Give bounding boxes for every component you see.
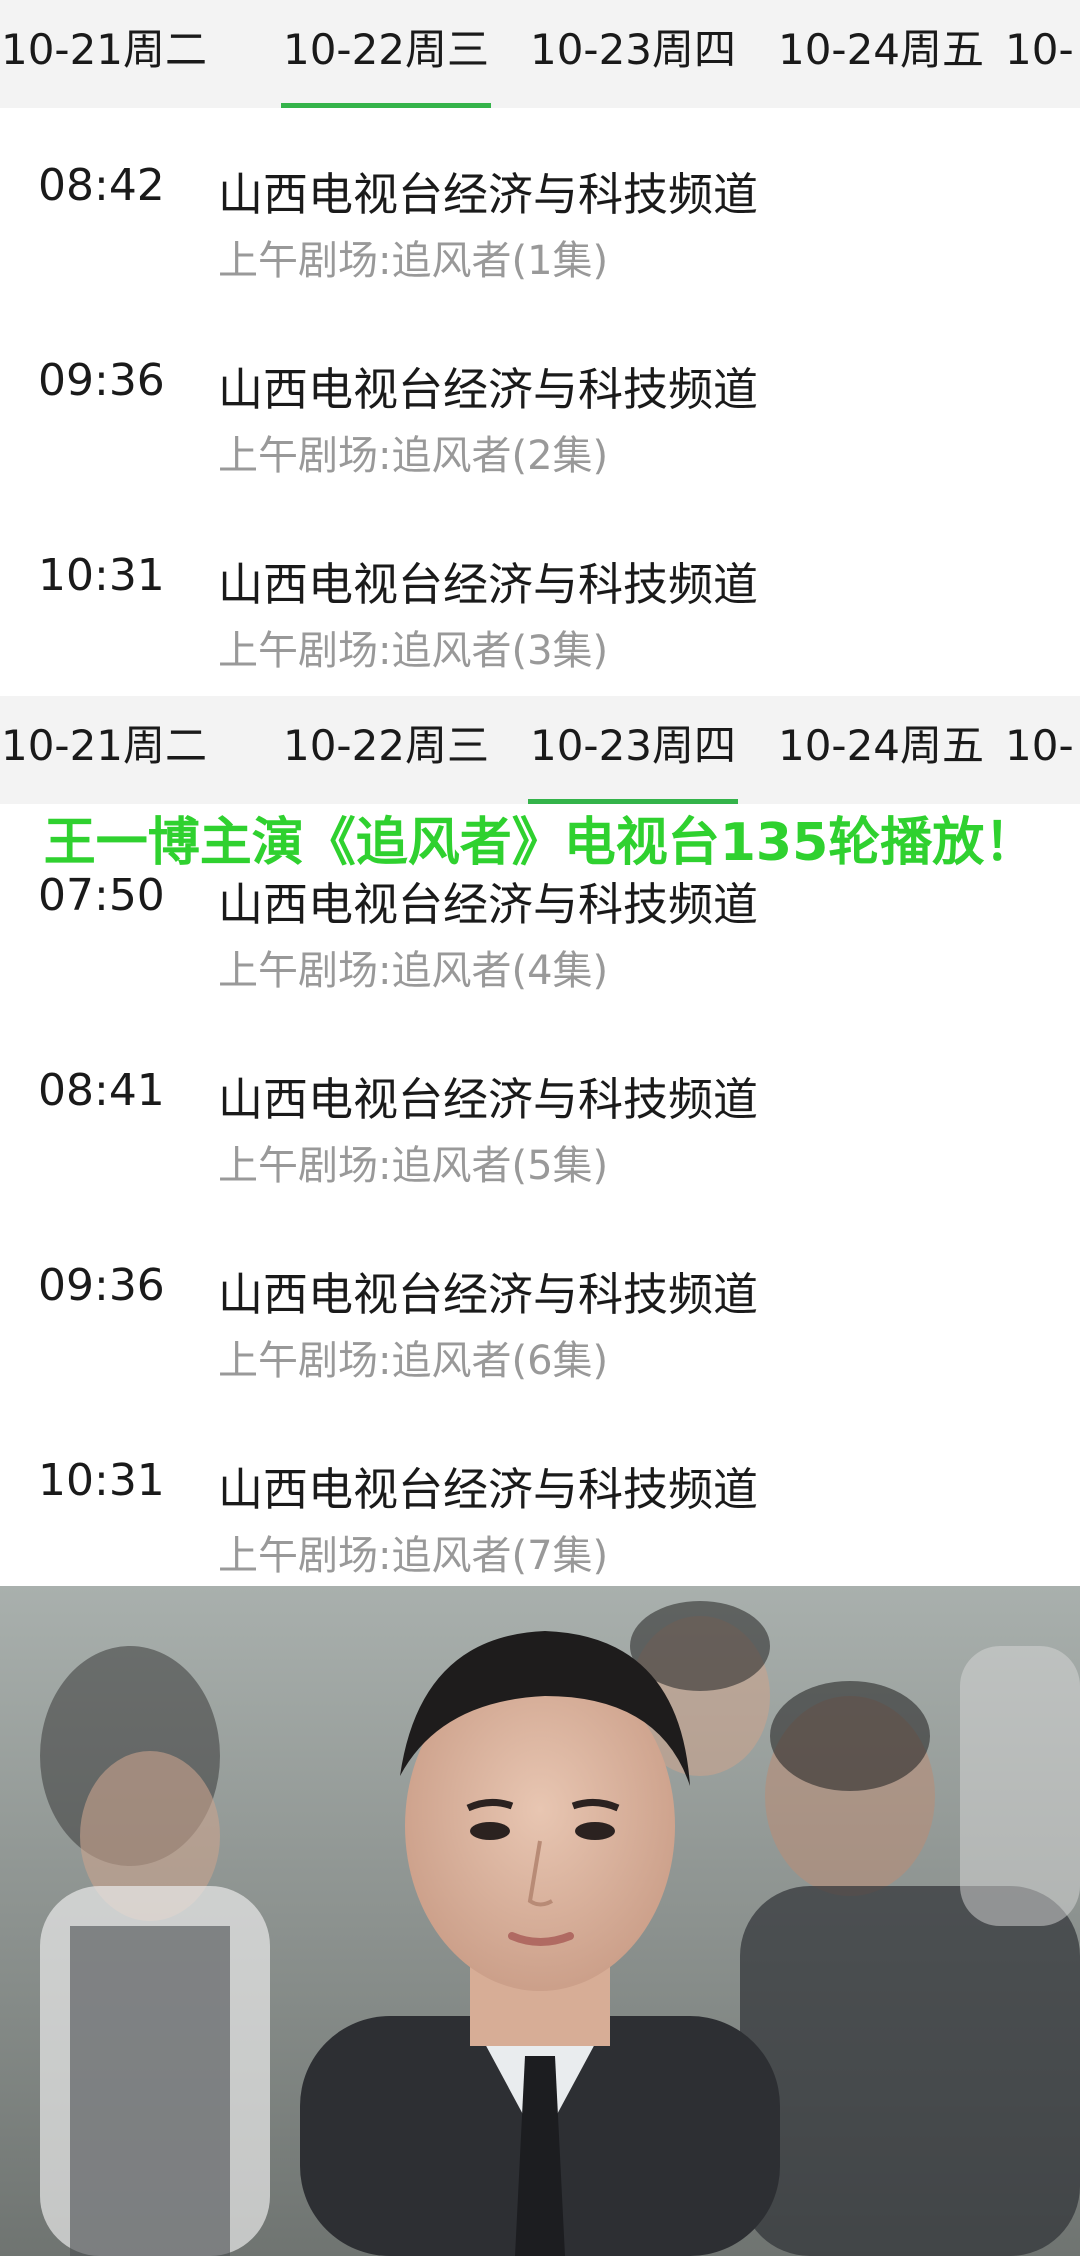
tab-10-21[interactable]: 10-21周二 [0, 696, 209, 804]
tab-10-24[interactable]: 10-24周五 [776, 0, 986, 108]
air-time: 09:36 [38, 1260, 165, 1311]
tab-active-indicator [528, 799, 738, 804]
tab-10-25[interactable]: 10- [1005, 696, 1080, 804]
tab-label: 10-21周二 [0, 721, 208, 770]
air-time: 09:36 [38, 355, 165, 406]
overlay-caption: 王一博主演《追风者》电视台135轮播放！ [43, 813, 1037, 873]
air-time: 08:41 [38, 1065, 165, 1116]
tab-label: 10-23周四 [529, 25, 737, 74]
schedule-row[interactable]: 10:31 山西电视台经济与科技频道 上午剧场:追风者(7集) [0, 1413, 1080, 1609]
program-title: 上午剧场:追风者(6集) [218, 1338, 609, 1384]
schedule-row[interactable]: 09:36 山西电视台经济与科技频道 上午剧场:追风者(2集) [0, 313, 1080, 509]
channel-name: 山西电视台经济与科技频道 [218, 1073, 759, 1126]
tab-10-21[interactable]: 10-21周二 [0, 0, 209, 108]
tab-10-24[interactable]: 10-24周五 [776, 696, 986, 804]
schedule-row[interactable]: 10:31 山西电视台经济与科技频道 上午剧场:追风者(3集) [0, 508, 1080, 704]
channel-name: 山西电视台经济与科技频道 [218, 1463, 759, 1516]
channel-name: 山西电视台经济与科技频道 [218, 1268, 759, 1321]
schedule-page: 10-21周二 10-22周三 10-23周四 10-24周五 10- 08:4… [0, 0, 1080, 2256]
drama-still-illustration [0, 1586, 1080, 2256]
tab-label: 10-24周五 [777, 25, 985, 74]
drama-still-photo [0, 1586, 1080, 2256]
tab-label: 10-21周二 [0, 25, 208, 74]
air-time: 10:31 [38, 550, 165, 601]
air-time: 08:42 [38, 160, 165, 211]
tab-label: 10-22周三 [282, 25, 490, 74]
tab-10-22[interactable]: 10-22周三 [281, 0, 491, 108]
channel-name: 山西电视台经济与科技频道 [218, 363, 759, 416]
program-title: 上午剧场:追风者(7集) [218, 1533, 609, 1579]
program-title: 上午剧场:追风者(4集) [218, 948, 609, 994]
program-title: 上午剧场:追风者(5集) [218, 1143, 609, 1189]
program-title: 上午剧场:追风者(1集) [218, 238, 609, 284]
tab-10-23[interactable]: 10-23周四 [528, 0, 738, 108]
program-title: 上午剧场:追风者(3集) [218, 628, 609, 674]
schedule-row[interactable]: 08:42 山西电视台经济与科技频道 上午剧场:追风者(1集) [0, 118, 1080, 314]
schedule-row[interactable]: 09:36 山西电视台经济与科技频道 上午剧场:追风者(6集) [0, 1218, 1080, 1414]
channel-name: 山西电视台经济与科技频道 [218, 168, 759, 221]
air-time: 10:31 [38, 1455, 165, 1506]
program-title: 上午剧场:追风者(2集) [218, 433, 609, 479]
tab-label: 10-24周五 [777, 721, 985, 770]
tab-label: 10- [1005, 721, 1074, 770]
date-tab-bar-top: 10-21周二 10-22周三 10-23周四 10-24周五 10- [0, 0, 1080, 108]
tab-active-indicator [281, 103, 491, 108]
date-tab-bar-second: 10-21周二 10-22周三 10-23周四 10-24周五 10- [0, 696, 1080, 804]
tab-10-22[interactable]: 10-22周三 [281, 696, 491, 804]
tab-10-25[interactable]: 10- [1005, 0, 1080, 108]
channel-name: 山西电视台经济与科技频道 [218, 558, 759, 611]
schedule-row[interactable]: 08:41 山西电视台经济与科技频道 上午剧场:追风者(5集) [0, 1023, 1080, 1219]
tab-10-23[interactable]: 10-23周四 [528, 696, 738, 804]
tab-label: 10-23周四 [529, 721, 737, 770]
tab-label: 10-22周三 [282, 721, 490, 770]
tab-label: 10- [1005, 25, 1074, 74]
